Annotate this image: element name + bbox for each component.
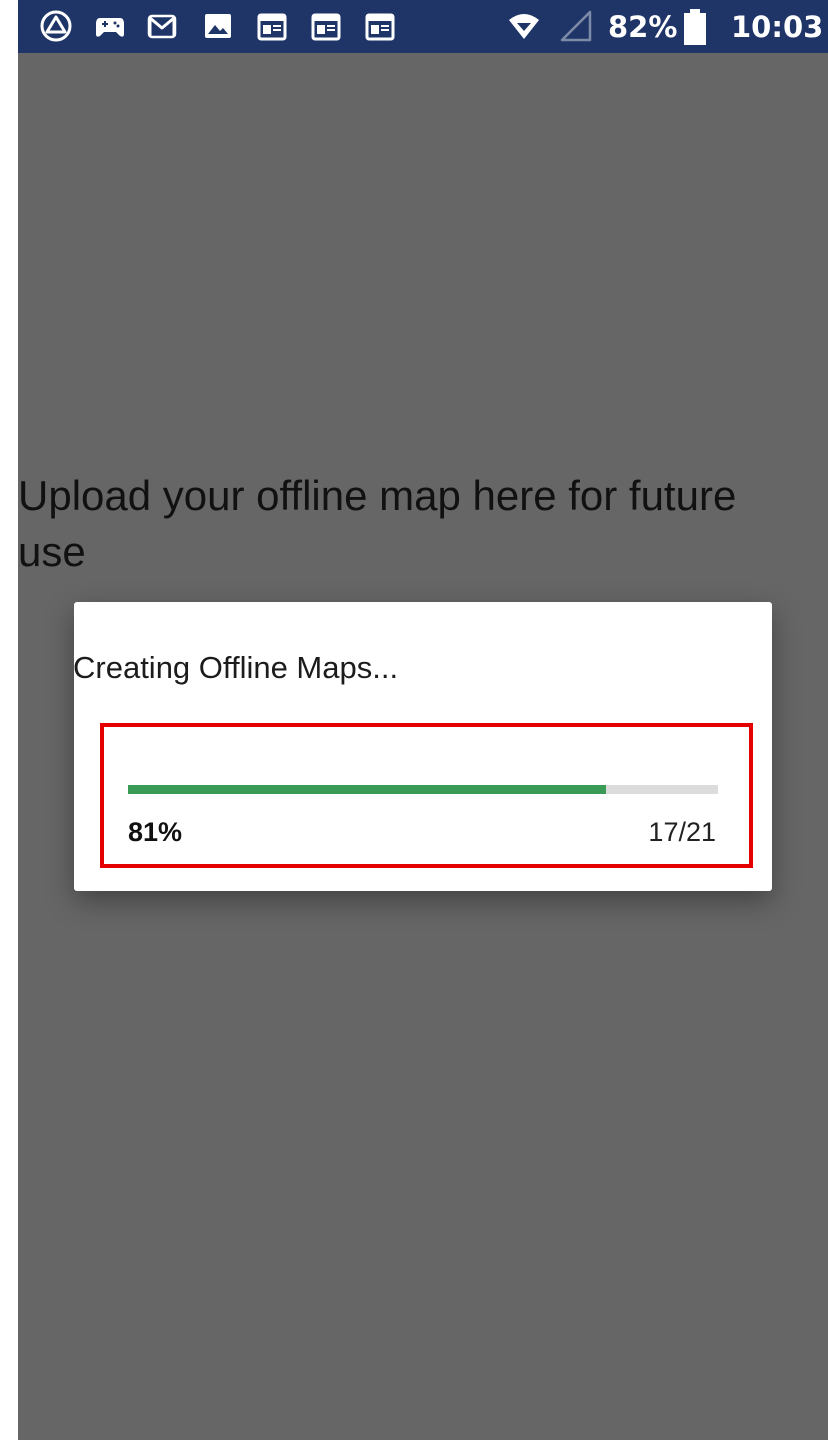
app-screen: 82% 10:03 Upload your offline map here f… [18, 0, 828, 1440]
gamepad-icon [96, 18, 124, 37]
clock: 10:03 [731, 10, 824, 44]
progress-bar-fill [128, 785, 606, 794]
wifi-icon [509, 14, 539, 39]
dialog-title: Creating Offline Maps... [73, 650, 399, 685]
calendar-icon [257, 13, 287, 41]
gallery-icon [205, 14, 231, 38]
gmail-icon [147, 14, 177, 39]
signal-icon [560, 10, 592, 42]
battery-percent: 82% [608, 10, 678, 44]
battery-icon [684, 9, 706, 45]
status-bar: 82% 10:03 [18, 0, 828, 53]
calendar-icon [365, 13, 395, 41]
drive-icon [40, 10, 72, 42]
calendar-icon [311, 13, 341, 41]
progress-count: 17/21 [648, 817, 716, 847]
progress-bar [128, 785, 718, 794]
page-heading: Upload your offline map here for future … [18, 472, 737, 575]
progress-percent: 81% [128, 817, 183, 847]
